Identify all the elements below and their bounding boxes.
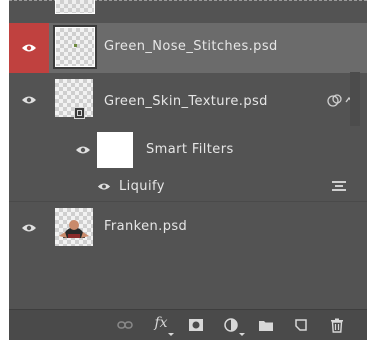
layer-name[interactable]: Green_Skin_Texture.psd — [104, 94, 268, 109]
new-layer-icon[interactable] — [293, 317, 309, 333]
franken-figure-image — [59, 220, 89, 238]
layer-thumbnail[interactable] — [55, 208, 93, 246]
smart-object-badge-icon — [74, 107, 85, 119]
smart-filters-row[interactable]: Smart Filters — [9, 126, 367, 174]
adjustment-layer-icon[interactable] — [223, 317, 239, 333]
filter-row-liquify[interactable]: Liquify — [9, 174, 367, 198]
adjustment-dropdown-indicator — [239, 333, 245, 336]
visibility-toggle[interactable] — [9, 23, 49, 73]
layer-row-green-skin-texture[interactable]: Green_Skin_Texture.psd — [9, 73, 367, 126]
eye-icon — [22, 224, 36, 232]
layer-name[interactable]: Franken.psd — [104, 219, 187, 234]
add-mask-icon[interactable] — [188, 317, 204, 333]
layer-row-franken[interactable]: Franken.psd — [9, 201, 367, 254]
fx-icon[interactable]: fx — [153, 315, 169, 331]
link-layers-icon[interactable] — [117, 317, 133, 333]
layer-thumbnail[interactable] — [55, 27, 95, 67]
layer-row-green-nose-stitches[interactable]: Green_Nose_Stitches.psd — [9, 23, 367, 73]
layer-name[interactable]: Green_Nose_Stitches.psd — [104, 39, 278, 54]
group-folder-icon[interactable] — [258, 317, 274, 333]
trash-icon[interactable] — [329, 317, 345, 333]
eye-icon — [22, 44, 36, 52]
eye-icon — [22, 96, 36, 103]
partial-layer-thumbnail — [55, 0, 95, 14]
smart-filters-visibility-toggle[interactable] — [67, 126, 99, 174]
filter-name[interactable]: Liquify — [119, 179, 165, 194]
layers-toolbar: fx — [9, 309, 367, 340]
filter-blending-options-icon[interactable] — [332, 181, 346, 192]
fx-dropdown-indicator — [168, 333, 174, 336]
smart-filter-mask-thumbnail[interactable] — [97, 132, 133, 168]
eye-icon — [97, 182, 111, 190]
smart-filters-label: Smart Filters — [146, 142, 234, 157]
scrollbar-track[interactable] — [350, 72, 360, 126]
eye-icon — [76, 146, 90, 154]
visibility-toggle[interactable] — [9, 73, 49, 126]
filter-visibility-toggle[interactable] — [95, 174, 113, 198]
smart-filter-indicator-icon[interactable] — [327, 94, 343, 108]
thumbnail-content — [74, 44, 77, 47]
visibility-toggle[interactable] — [9, 202, 49, 254]
layers-panel: Green_Nose_Stitches.psd Green_Skin_Textu… — [9, 0, 367, 340]
